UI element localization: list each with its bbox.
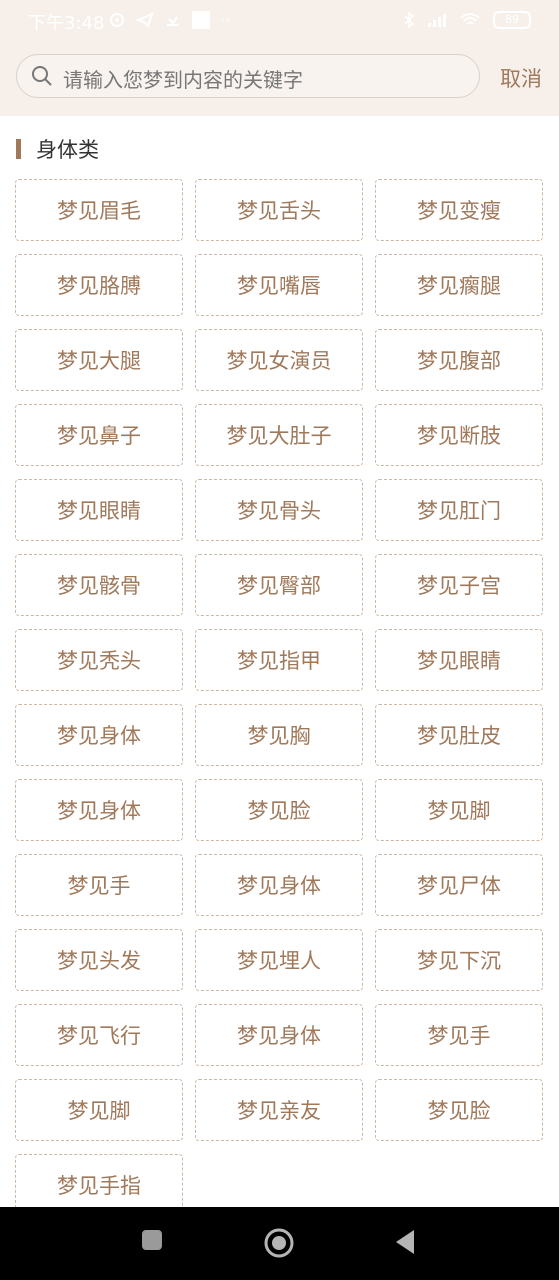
dream-keyword-chip[interactable]: 梦见眉毛 xyxy=(15,179,183,241)
dream-keyword-chip[interactable]: 梦见埋人 xyxy=(195,929,363,991)
section-title: 身体类 xyxy=(36,138,99,162)
recent-apps-icon[interactable] xyxy=(141,1229,163,1251)
download-icon xyxy=(167,16,179,26)
dream-keyword-chip[interactable]: 梦见飞行 xyxy=(15,1004,183,1066)
dream-keyword-chip[interactable]: 梦见嘴唇 xyxy=(195,254,363,316)
dream-keyword-chip[interactable]: 梦见秃头 xyxy=(15,629,183,691)
dream-keyword-chip[interactable]: 梦见脚 xyxy=(375,779,543,841)
dream-keyword-chip[interactable]: 梦见尸体 xyxy=(375,854,543,916)
dream-keyword-chip[interactable]: 梦见脸 xyxy=(375,1079,543,1141)
dream-keyword-chip[interactable]: 梦见女演员 xyxy=(195,329,363,391)
dream-keyword-chip[interactable]: 梦见大腿 xyxy=(15,329,183,391)
dream-keyword-chip[interactable]: 梦见断肢 xyxy=(375,404,543,466)
dream-keyword-chip[interactable]: 梦见身体 xyxy=(15,779,183,841)
dream-keyword-chip[interactable]: 梦见指甲 xyxy=(195,629,363,691)
dream-keyword-chip[interactable]: 梦见脸 xyxy=(195,779,363,841)
dream-keyword-chip[interactable]: 梦见舌头 xyxy=(195,179,363,241)
dream-keyword-chip[interactable]: 梦见胳膊 xyxy=(15,254,183,316)
dream-keyword-chip[interactable]: 梦见大肚子 xyxy=(195,404,363,466)
dream-keyword-chip[interactable]: 梦见头发 xyxy=(15,929,183,991)
notification-icons: ·· xyxy=(108,10,230,30)
search-input[interactable]: 请输入您梦到内容的关键字 xyxy=(16,54,480,98)
settings-gear-icon xyxy=(110,13,124,27)
dream-keyword-chip[interactable]: 梦见亲友 xyxy=(195,1079,363,1141)
dream-keyword-chip[interactable]: 梦见身体 xyxy=(15,704,183,766)
app-notification-icon xyxy=(192,11,210,29)
cancel-button[interactable]: 取消 xyxy=(500,63,542,93)
dream-keyword-chip[interactable]: 梦见肚皮 xyxy=(375,704,543,766)
dream-keyword-chip[interactable]: 梦见臀部 xyxy=(195,554,363,616)
wifi-icon xyxy=(460,13,480,25)
back-icon[interactable] xyxy=(394,1229,416,1255)
dream-keyword-chip[interactable]: 梦见眼睛 xyxy=(15,479,183,541)
dream-keyword-chip[interactable]: 梦见骨头 xyxy=(195,479,363,541)
dream-keyword-chip[interactable]: 梦见变瘦 xyxy=(375,179,543,241)
dream-keyword-chip[interactable]: 梦见瘸腿 xyxy=(375,254,543,316)
system-icons: 89 xyxy=(403,11,531,29)
dream-keyword-chip[interactable]: 梦见鼻子 xyxy=(15,404,183,466)
search-header: 请输入您梦到内容的关键字 取消 xyxy=(0,42,559,116)
status-bar: 下午3:48 ·· 89 xyxy=(0,0,559,42)
dream-keyword-chip[interactable]: 梦见子宫 xyxy=(375,554,543,616)
home-icon[interactable] xyxy=(263,1227,295,1259)
dream-keyword-chip[interactable]: 梦见身体 xyxy=(195,1004,363,1066)
battery-indicator: 89 xyxy=(493,11,531,29)
dream-keyword-chip[interactable]: 梦见骸骨 xyxy=(15,554,183,616)
dream-keyword-chip[interactable]: 梦见下沉 xyxy=(375,929,543,991)
telegram-icon xyxy=(136,12,154,28)
dream-keyword-chip[interactable]: 梦见手 xyxy=(15,854,183,916)
dream-keyword-chip[interactable]: 梦见眼睛 xyxy=(375,629,543,691)
bluetooth-icon xyxy=(404,11,415,29)
more-notifications: ·· xyxy=(220,10,231,29)
signal-icon xyxy=(428,14,446,27)
dream-keyword-chip[interactable]: 梦见肛门 xyxy=(375,479,543,541)
dream-keyword-chip[interactable]: 梦见手 xyxy=(375,1004,543,1066)
dream-keyword-chip[interactable]: 梦见身体 xyxy=(195,854,363,916)
dream-keyword-chip[interactable]: 梦见脚 xyxy=(15,1079,183,1141)
search-placeholder: 请输入您梦到内容的关键字 xyxy=(63,68,303,92)
navigation-bar xyxy=(0,1207,559,1280)
search-icon xyxy=(32,66,52,86)
section-marker xyxy=(16,139,21,159)
dream-keyword-chip[interactable]: 梦见腹部 xyxy=(375,329,543,391)
dream-keyword-chip[interactable]: 梦见胸 xyxy=(195,704,363,766)
status-time: 下午3:48 xyxy=(28,13,105,34)
